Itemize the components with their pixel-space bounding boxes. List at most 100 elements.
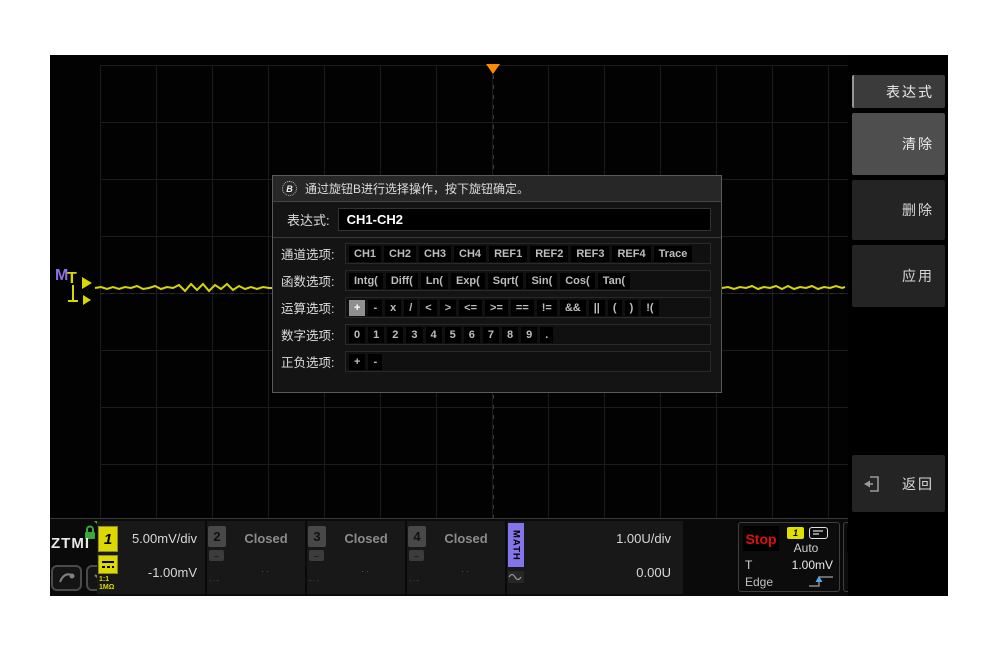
touch-gesture-icon <box>57 570 77 586</box>
channel4-badge[interactable]: 4 <box>408 526 426 547</box>
softkey-menu-panel: 表达式 清除 删除 应用 返回 <box>848 55 948 596</box>
option-item[interactable]: Diff( <box>386 273 418 289</box>
rising-edge-icon <box>807 573 835 589</box>
trigger-status-block[interactable]: Stop 1 Auto T 1.00mV Edge <box>738 522 840 592</box>
option-item[interactable]: - <box>368 300 382 316</box>
operator-options-label: 运算选项: <box>281 298 345 317</box>
option-item[interactable]: Sin( <box>526 273 557 289</box>
channel-position-markers[interactable]: M T <box>55 265 99 321</box>
math-badge[interactable]: MATH <box>508 523 524 567</box>
option-item[interactable]: 8 <box>502 327 518 343</box>
channel1-badge[interactable]: 1 <box>98 526 118 552</box>
math-block[interactable]: MATH 1.00U/div 0.00U <box>507 521 683 594</box>
brand-logo: ZTMI <box>51 535 90 552</box>
channel2-badge[interactable]: 2 <box>208 526 226 547</box>
channel1-position-arrow-icon[interactable] <box>82 277 92 289</box>
option-item[interactable]: 7 <box>483 327 499 343</box>
option-item[interactable]: 5 <box>445 327 461 343</box>
option-item[interactable]: - <box>368 354 382 370</box>
channel4-status: Closed <box>427 531 505 546</box>
back-button[interactable]: 返回 <box>852 455 945 512</box>
channel3-badge[interactable]: 3 <box>308 526 326 547</box>
option-item[interactable]: Sqrt( <box>488 273 524 289</box>
expression-input[interactable]: CH1-CH2 <box>338 208 711 231</box>
channel3-block[interactable]: 3 – Closed -·- ·· <box>307 521 405 594</box>
option-item[interactable]: . <box>540 327 553 343</box>
option-item[interactable]: ( <box>608 300 622 316</box>
option-item[interactable]: + <box>349 354 365 370</box>
option-item[interactable]: >= <box>485 300 508 316</box>
trigger-sweep-mode: Auto <box>783 541 829 555</box>
status-bar: ZTMI 1 <box>50 518 948 596</box>
digit-options-strip: 0123456789. <box>345 324 711 345</box>
channel1-coupling-icon[interactable] <box>98 555 118 574</box>
option-item[interactable]: Intg( <box>349 273 383 289</box>
option-item[interactable]: CH1 <box>349 246 381 262</box>
option-item[interactable]: ) <box>625 300 639 316</box>
channel3-probe-placeholder: -·- <box>309 576 320 585</box>
option-item[interactable]: CH4 <box>454 246 486 262</box>
channel4-block[interactable]: 4 – Closed -·- ·· <box>407 521 505 594</box>
apply-button[interactable]: 应用 <box>852 245 945 307</box>
option-item[interactable]: Cos( <box>560 273 594 289</box>
option-item[interactable]: < <box>420 300 436 316</box>
panel-display-icon <box>809 527 828 539</box>
clear-button[interactable]: 清除 <box>852 113 945 175</box>
option-item[interactable]: Trace <box>654 246 693 262</box>
delete-button[interactable]: 删除 <box>852 180 945 240</box>
function-options-strip: Intg(Diff(Ln(Exp(Sqrt(Sin(Cos(Tan( <box>345 270 711 291</box>
channel4-coupling-placeholder: – <box>409 550 424 561</box>
option-item[interactable]: 3 <box>406 327 422 343</box>
trigger-source-badge: 1 <box>787 527 804 539</box>
option-item[interactable]: || <box>589 300 605 316</box>
channel1-scale: 5.00mV/div <box>132 531 197 546</box>
back-exit-icon <box>862 474 882 494</box>
option-item[interactable]: 1 <box>368 327 384 343</box>
option-item[interactable]: Exp( <box>451 273 485 289</box>
channel2-block[interactable]: 2 – Closed -·- ·· <box>207 521 305 594</box>
option-item[interactable]: REF3 <box>571 246 609 262</box>
option-item[interactable]: 0 <box>349 327 365 343</box>
channel1-block[interactable]: 1 1:1 1MΩ 5.00mV/div -1.00mV <box>97 521 205 594</box>
dialog-separator <box>273 237 721 238</box>
option-item[interactable]: 4 <box>426 327 442 343</box>
dialog-header-text: 通过旋钮B进行选择操作，按下旋钮确定。 <box>305 180 529 197</box>
run-state[interactable]: Stop <box>743 526 779 551</box>
sign-options-label: 正负选项: <box>281 352 345 371</box>
channel-position-arrow-icon[interactable] <box>83 295 91 305</box>
option-item[interactable]: CH3 <box>419 246 451 262</box>
option-item[interactable]: REF4 <box>612 246 650 262</box>
trigger-type: Edge <box>745 575 773 589</box>
option-item[interactable]: != <box>537 300 557 316</box>
option-item[interactable]: 2 <box>387 327 403 343</box>
trigger-source-label: T <box>745 558 752 572</box>
option-item[interactable]: x <box>385 300 401 316</box>
option-item[interactable]: CH2 <box>384 246 416 262</box>
option-item[interactable]: && <box>560 300 586 316</box>
trigger-level: 1.00mV <box>792 558 833 572</box>
option-item[interactable]: !( <box>641 300 658 316</box>
channel2-status: Closed <box>227 531 305 546</box>
oscilloscope-screen: M T B 通过旋钮B进行选择操作，按下旋钮确定。 表达式: CH1-CH2 通… <box>50 55 948 596</box>
option-item[interactable]: Ln( <box>421 273 448 289</box>
math-waveform-icon <box>508 571 524 583</box>
option-item[interactable]: + <box>349 300 365 316</box>
channel1-offset: -1.00mV <box>148 565 197 580</box>
touch-gesture-button[interactable] <box>51 565 82 591</box>
option-item[interactable]: REF1 <box>489 246 527 262</box>
digit-options-label: 数字选项: <box>281 325 345 344</box>
option-item[interactable]: Tan( <box>598 273 630 289</box>
channel2-coupling-placeholder: – <box>209 550 224 561</box>
option-item[interactable]: 6 <box>464 327 480 343</box>
channel2-offset-placeholder: ·· <box>227 566 305 576</box>
channel3-coupling-placeholder: – <box>309 550 324 561</box>
expression-label: 表达式: <box>287 210 330 229</box>
option-item[interactable]: REF2 <box>530 246 568 262</box>
sign-options-strip: +- <box>345 351 711 372</box>
option-item[interactable]: / <box>404 300 417 316</box>
option-item[interactable]: <= <box>459 300 482 316</box>
option-item[interactable]: == <box>511 300 534 316</box>
option-item[interactable]: 9 <box>521 327 537 343</box>
option-item[interactable]: > <box>440 300 456 316</box>
back-button-label: 返回 <box>902 474 934 494</box>
